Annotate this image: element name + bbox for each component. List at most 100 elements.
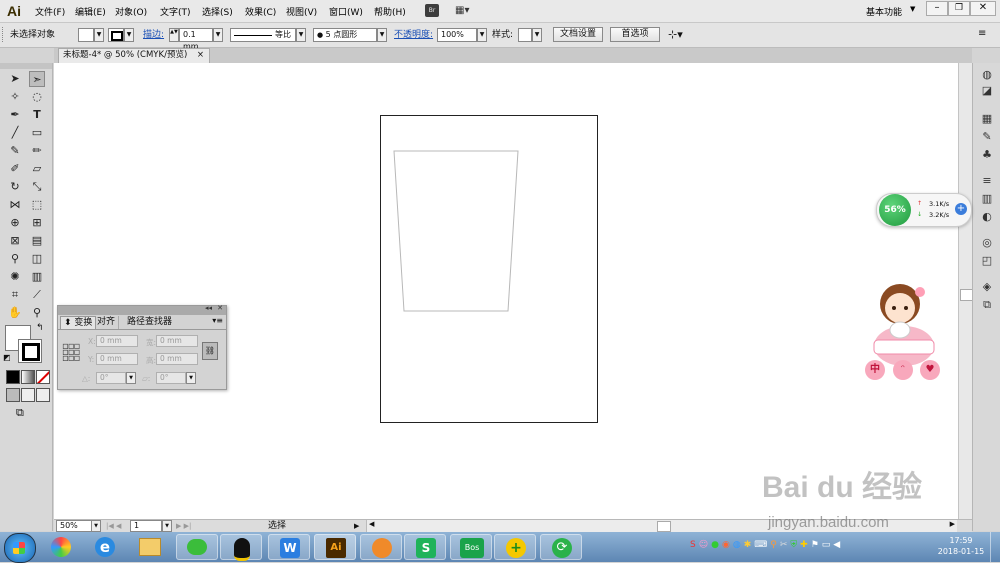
shield-tray-icon[interactable]: ⛨ [790, 540, 800, 550]
taskbar-app-plus-icon[interactable]: + [494, 534, 536, 560]
symbol-sprayer-tool-icon[interactable]: ✺ [7, 269, 23, 285]
tab-pathfinder[interactable]: 路径查找器 [124, 316, 175, 329]
shear-input[interactable]: 0° [156, 372, 186, 384]
none-mode-icon[interactable] [36, 370, 50, 384]
scale-tool-icon[interactable]: ⤡ [29, 179, 45, 195]
taskbar-explorer-icon[interactable] [128, 534, 170, 560]
menu-effect[interactable]: 效果(C) [245, 5, 276, 18]
stroke-swatch[interactable] [108, 28, 124, 42]
rotate-input[interactable]: 0° [96, 372, 126, 384]
draw-inside-icon[interactable] [36, 388, 50, 402]
taskbar-illustrator-icon[interactable]: Ai [314, 534, 356, 560]
perspective-grid-tool-icon[interactable]: ⊞ [29, 215, 45, 231]
appearance-panel-icon[interactable]: ◎ [979, 235, 995, 251]
fill-swatch[interactable] [78, 28, 94, 42]
network-tray-icon[interactable]: ◍ [733, 540, 744, 550]
volume-tray-icon[interactable]: ◀ [833, 540, 843, 550]
document-setup-button[interactable]: 文档设置 [553, 27, 603, 42]
workspace-dropdown-icon[interactable]: ▼ [910, 5, 915, 13]
style-dropdown-icon[interactable]: ▼ [532, 28, 542, 42]
artboard[interactable] [380, 115, 598, 423]
preferences-button[interactable]: 首选项 [610, 27, 660, 42]
stroke-weight-dropdown-icon[interactable]: ▼ [213, 28, 223, 42]
sogou-tray-icon[interactable]: S [690, 540, 699, 550]
horizontal-scroll-thumb[interactable] [657, 521, 671, 532]
monitor-tray-icon[interactable]: ▭ [822, 540, 834, 550]
rotate-dropdown-icon[interactable]: ▼ [126, 372, 136, 384]
menu-type[interactable]: 文字(T) [160, 5, 191, 18]
graphic-style-swatch[interactable] [518, 28, 532, 42]
control-panel-menu-icon[interactable]: ≡ [978, 28, 986, 39]
y-input[interactable]: 0 mm [96, 353, 138, 365]
paintbrush-tool-icon[interactable]: ✎ [7, 143, 23, 159]
blob-brush-tool-icon[interactable]: ✐ [7, 161, 23, 177]
default-colors-icon[interactable]: ◩ [3, 353, 11, 362]
start-button[interactable] [4, 533, 36, 563]
wechat-tray-icon[interactable]: ● [711, 540, 722, 550]
symbols-panel-icon[interactable]: ♣ [979, 147, 995, 163]
show-desktop-button[interactable] [990, 532, 1000, 562]
constrain-proportions-icon[interactable]: ⛓ [202, 342, 218, 360]
direct-selection-tool-icon[interactable]: ➣ [29, 71, 45, 87]
next-artboard-icon[interactable]: ▶ ▶| [176, 520, 191, 532]
transparency-panel-icon[interactable]: ◐ [979, 209, 995, 225]
taskbar-app-360-icon[interactable] [40, 534, 82, 560]
screen-mode-icon[interactable]: ⧉ [16, 406, 24, 420]
zoom-dropdown-icon[interactable]: ▼ [91, 520, 101, 532]
taskbar-wechat-icon[interactable] [176, 534, 218, 560]
stroke-weight-input[interactable]: 0.1 mm [179, 28, 213, 51]
layers-panel-icon[interactable]: ◈ [979, 279, 995, 295]
clock[interactable]: 17:59 2018-01-15 [936, 535, 986, 557]
color-guide-icon[interactable]: ◪ [979, 83, 995, 99]
menu-edit[interactable]: 编辑(E) [75, 5, 106, 18]
tools-tray-icon[interactable]: ✂ [780, 540, 791, 550]
system-tray-icons[interactable]: S☺●◉◍✱⌨⚲✂⛨✚⚑▭◀ [690, 540, 910, 554]
color-panel-icon[interactable]: ◍ [979, 67, 995, 83]
type-tool-icon[interactable]: T [29, 107, 45, 123]
menu-window[interactable]: 窗口(W) [329, 5, 363, 18]
artboards-panel-icon[interactable]: ⧉ [979, 297, 995, 313]
artboard-dropdown-icon[interactable]: ▼ [162, 520, 172, 532]
zoom-tool-icon[interactable]: ⚲ [29, 305, 45, 321]
brush-definition[interactable]: ● 5 点圆形 [313, 28, 377, 42]
width-input[interactable]: 0 mm [156, 335, 198, 347]
taskbar-qq-icon[interactable] [220, 534, 262, 561]
selection-tool-icon[interactable]: ➤ [7, 71, 23, 87]
opacity-input[interactable]: 100% [437, 28, 477, 42]
zoom-level-input[interactable]: 50% [56, 520, 92, 532]
menu-object[interactable]: 对象(O) [115, 5, 147, 18]
stroke-color-box[interactable] [18, 339, 42, 363]
stroke-dropdown-icon[interactable]: ▼ [124, 28, 134, 42]
security-tray-icon[interactable]: ✱ [744, 540, 755, 550]
vertical-scrollbar[interactable] [958, 63, 973, 519]
profile-dropdown-icon[interactable]: ▼ [296, 28, 306, 42]
tab-align[interactable]: 对齐 [94, 316, 120, 329]
keyboard-tray-icon[interactable]: ⌨ [754, 540, 770, 550]
hand-tool-icon[interactable]: ✋ [7, 305, 23, 321]
flag-tray-icon[interactable]: ⚑ [811, 540, 822, 550]
workspace-switcher[interactable]: 基本功能 [866, 5, 902, 18]
network-monitor-widget[interactable]: 56% ↑ 3.1K/s ↓ 3.2K/s + [876, 193, 972, 227]
x-input[interactable]: 0 mm [96, 335, 138, 347]
swap-fill-stroke-icon[interactable]: ↰ [36, 323, 44, 333]
panel-titlebar[interactable]: ◂◂ ✕ [58, 304, 226, 315]
magic-wand-tool-icon[interactable]: ✧ [7, 89, 23, 105]
rectangle-tool-icon[interactable]: ▭ [29, 125, 45, 141]
collapse-panel-icon[interactable]: ◂◂ [205, 304, 212, 312]
artboard-tool-icon[interactable]: ⌗ [7, 287, 23, 303]
gradient-tool-icon[interactable]: ▤ [29, 233, 45, 249]
taskbar-wps-writer-icon[interactable]: W [268, 534, 310, 560]
column-graph-tool-icon[interactable]: ▥ [29, 269, 45, 285]
height-input[interactable]: 0 mm [156, 353, 198, 365]
free-transform-tool-icon[interactable]: ⬚ [29, 197, 45, 213]
swatches-panel-icon[interactable]: ▦ [979, 111, 995, 127]
menu-select[interactable]: 选择(S) [202, 5, 233, 18]
eraser-tool-icon[interactable]: ▱ [29, 161, 45, 177]
taskbar-pdf-icon[interactable] [360, 534, 402, 560]
stroke-label-link[interactable]: 描边: [143, 29, 164, 41]
menu-view[interactable]: 视图(V) [286, 5, 317, 18]
mascot-tray-icon[interactable]: ☺ [699, 540, 711, 550]
close-panel-icon[interactable]: ✕ [217, 304, 223, 312]
arrange-documents-icon[interactable]: ▦▾ [455, 4, 477, 17]
stroke-panel-icon[interactable]: ≡ [979, 173, 995, 189]
